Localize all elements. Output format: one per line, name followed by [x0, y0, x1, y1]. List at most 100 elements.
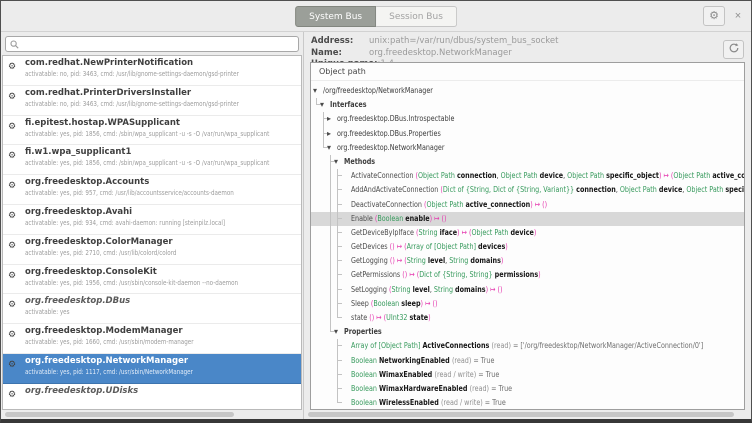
tree-row-text: Array of [Object Path] ActiveConnections…: [351, 339, 703, 353]
services-hscrollbar-thumb[interactable]: [5, 412, 234, 417]
expander-open-icon[interactable]: ▾: [334, 325, 338, 339]
expander-closed-icon[interactable]: ▸: [327, 127, 331, 141]
tree-guide-tick: [337, 169, 342, 176]
tree-row-text: GetDevices () ↦ (Array of [Object Path] …: [351, 240, 508, 254]
service-name: org.freedesktop.DBus: [25, 296, 130, 306]
list-item[interactable]: ⚙org.freedesktop.NetworkManageractivatab…: [3, 354, 301, 384]
settings-button[interactable]: ⚙: [703, 6, 725, 26]
tree-guide-line: [330, 268, 331, 282]
list-item[interactable]: ⚙fi.epitest.hostap.WPASupplicantactivata…: [3, 116, 301, 146]
tree-row[interactable]: AddAndActivateConnection (Dict of {Strin…: [311, 183, 744, 197]
service-detail: activatable: yes: [25, 308, 70, 316]
tree-row[interactable]: ▾Properties: [311, 325, 744, 339]
service-detail: activatable: yes, pid: 1660, cmd: /usr/s…: [25, 338, 194, 346]
tree-row[interactable]: Sleep (Boolean sleep) ↦ (): [311, 297, 744, 311]
service-detail: activatable: no, pid: 3463, cmd: /usr/li…: [25, 100, 239, 108]
list-item[interactable]: ⚙org.freedesktop.ConsoleKitactivatable: …: [3, 265, 301, 295]
tab-system-bus[interactable]: System Bus: [295, 6, 376, 27]
tree-row[interactable]: SetLogging (String level, String domains…: [311, 283, 744, 297]
tree-row-text: state () ↦ (UInt32 state): [351, 311, 431, 325]
tree-guide-line: [330, 226, 331, 240]
tab-session-bus[interactable]: Session Bus: [376, 6, 457, 27]
tree-guide-tick: [337, 368, 342, 375]
tree-guide-tick: [337, 254, 342, 261]
tree-row[interactable]: GetPermissions () ↦ (Dict of {String, St…: [311, 268, 744, 282]
tree-guide-line: [330, 240, 331, 254]
list-item[interactable]: ⚙com.redhat.NewPrinterNotificationactiva…: [3, 56, 301, 86]
search-box: [5, 36, 299, 52]
tree-row[interactable]: Boolean WirelessEnabled (read / write) =…: [311, 396, 744, 410]
expander-open-icon[interactable]: ▾: [313, 84, 317, 98]
list-item[interactable]: ⚙ com.redhat.PrinterDriversInstaller activ…: [3, 86, 301, 116]
tree-row[interactable]: state () ↦ (UInt32 state): [311, 311, 744, 325]
service-detail: activatable: yes, pid: 934, cmd: avahi-d…: [25, 219, 225, 227]
tree-guide-line: [330, 198, 331, 212]
tree-row[interactable]: Enable (Boolean enable) ↦ (): [311, 212, 744, 226]
tree-guide-tick: [337, 354, 342, 361]
expander-closed-icon[interactable]: ▸: [327, 112, 331, 126]
service-name: org.freedesktop.ConsoleKit: [25, 267, 157, 277]
tree-row[interactable]: ▾Methods: [311, 155, 744, 169]
list-item[interactable]: ⚙org.freedesktop.ModemManageractivatable…: [3, 324, 301, 354]
tree-row[interactable]: ▾ org.freedesktop.NetworkManager: [311, 141, 744, 155]
expander-open-icon[interactable]: ▾: [327, 141, 331, 155]
expander-open-icon[interactable]: ▾: [334, 155, 338, 169]
tree-row[interactable]: Boolean NetworkingEnabled (read) = True: [311, 354, 744, 368]
tree-guide-tick: [337, 339, 342, 346]
tree-row[interactable]: GetDevices () ↦ (Array of [Object Path] …: [311, 240, 744, 254]
tree-hscrollbar-thumb[interactable]: [308, 412, 734, 417]
tree-guide-tick: [337, 226, 342, 233]
services-hscrollbar[interactable]: [5, 412, 299, 417]
service-name: com.redhat.PrinterDriversInstaller: [25, 88, 191, 98]
list-item[interactable]: ⚙org.freedesktop.Avahiactivatable: yes, …: [3, 205, 301, 235]
tree-row-text: AddAndActivateConnection (Dict of {Strin…: [351, 183, 745, 197]
tree-row[interactable]: ▾ /org/freedesktop/NetworkManager: [311, 84, 744, 98]
service-detail: activatable: no, pid: 3463, cmd: /usr/li…: [25, 70, 239, 78]
reload-icon: [728, 42, 740, 54]
gear-icon: ⚙: [8, 93, 16, 102]
list-item[interactable]: ⚙org.freedesktop.DBusactivatable: yes: [3, 294, 301, 324]
tree-row-text: DeactivateConnection (Object Path active…: [351, 198, 547, 212]
reload-button[interactable]: [723, 40, 744, 59]
tree-row-text: Boolean NetworkingEnabled (read) = True: [351, 354, 494, 368]
tree-row[interactable]: DeactivateConnection (Object Path active…: [311, 198, 744, 212]
tree-row[interactable]: Array of [Object Path] ActiveConnections…: [311, 339, 744, 353]
gear-icon: ⚙: [8, 272, 16, 281]
toolbar: System Bus Session Bus ⚙ ×: [1, 1, 751, 32]
search-input[interactable]: [23, 38, 296, 50]
tree-row[interactable]: GetDeviceByIpIface (String iface) ↦ (Obj…: [311, 226, 744, 240]
expander-open-icon[interactable]: ▾: [320, 98, 324, 112]
tree-row-text: org.freedesktop.NetworkManager: [337, 141, 444, 155]
service-name: com.redhat.NewPrinterNotification: [25, 58, 193, 68]
tree-hscrollbar[interactable]: [308, 412, 747, 417]
list-item[interactable]: ⚙org.freedesktop.UDisks: [3, 384, 301, 410]
list-item[interactable]: ⚙org.freedesktop.Accountsactivatable: ye…: [3, 175, 301, 205]
bus-tab-group: System Bus Session Bus: [295, 6, 457, 27]
tree-row-text: ActivateConnection (Object Path connecti…: [351, 169, 745, 183]
tree-row[interactable]: Boolean WimaxHardwareEnabled (read) = Tr…: [311, 382, 744, 396]
close-button[interactable]: ×: [729, 6, 747, 26]
service-name: fi.epitest.hostap.WPASupplicant: [25, 118, 180, 128]
service-detail: activatable: yes, pid: 2710, cmd: /usr/l…: [25, 249, 176, 257]
tree-row[interactable]: ▸ org.freedesktop.DBus.Properties: [311, 127, 744, 141]
tree-rows: ▾/org/freedesktop/NetworkManager▾Interfa…: [311, 81, 744, 410]
gear-icon: ⚙: [8, 212, 16, 221]
dfeet-window: System Bus Session Bus ⚙ × ⚙com.redhat.N…: [0, 0, 752, 423]
tree-row[interactable]: Boolean WimaxEnabled (read / write) = Tr…: [311, 368, 744, 382]
tree-row[interactable]: ActivateConnection (Object Path connecti…: [311, 169, 744, 183]
tree-column-header[interactable]: Object path: [311, 63, 744, 81]
tree-guide-tick: [337, 297, 342, 304]
tree-row-text: Sleep (Boolean sleep) ↦ (): [351, 297, 437, 311]
list-item[interactable]: ⚙org.freedesktop.ColorManageractivatable…: [3, 235, 301, 265]
tree-row[interactable]: GetLogging () ↦ (String level, String do…: [311, 254, 744, 268]
tree-row-text: /org/freedesktop/NetworkManager: [323, 84, 433, 98]
tree-row[interactable]: ▾Interfaces: [311, 98, 744, 112]
address-row: Address:unix:path=/var/run/dbus/system_b…: [311, 32, 717, 44]
service-name: org.freedesktop.ColorManager: [25, 237, 173, 247]
tree-guide-tick: [337, 396, 342, 403]
service-name: org.freedesktop.Accounts: [25, 177, 149, 187]
tree-guide-line: [330, 254, 331, 268]
tree-row[interactable]: ▸org.freedesktop.DBus.Introspectable: [311, 112, 744, 126]
list-item[interactable]: ⚙fi.w1.wpa_supplicant1activatable: yes, …: [3, 145, 301, 175]
tree-row-text: org.freedesktop.DBus.Properties: [337, 127, 441, 141]
